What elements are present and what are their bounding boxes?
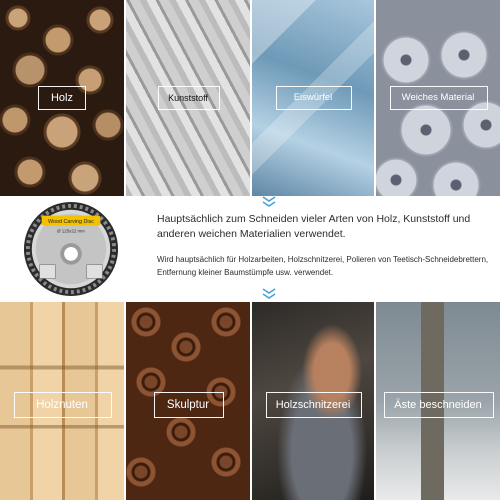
detail-text: Wird hauptsächlich für Holzarbeiten, Hol… xyxy=(157,255,489,277)
tile-skulptur: Skulptur xyxy=(126,302,250,500)
tile-kunststoff: Kunststoff xyxy=(126,0,250,196)
tile-label-kunststoff: Kunststoff xyxy=(168,93,208,103)
tile-label-eiswuerfel: Eiswürfel xyxy=(293,92,333,103)
tile-eiswuerfel: Eiswürfel xyxy=(252,0,374,196)
tile-label-skulptur: Skulptur xyxy=(166,399,210,411)
tile-aeste-beschneiden: Äste beschneiden xyxy=(376,302,500,500)
tile-label-holzschnitzerei: Holzschnitzerei xyxy=(275,399,351,411)
disc-size-text: Ø 125x22 mm xyxy=(57,228,85,233)
carving-disc-image: Wood Carving Disc Ø 125x22 mm xyxy=(23,201,119,297)
tile-weiches-material: Weiches Material xyxy=(376,0,500,196)
tile-label-weiches-material: Weiches Material xyxy=(401,92,475,103)
chevron-down-icon xyxy=(262,196,276,207)
tile-holznuten: Holznuten xyxy=(0,302,124,500)
disc-label-text: Wood Carving Disc xyxy=(48,219,94,225)
tile-holz: Holz xyxy=(0,0,124,196)
chevron-down-icon xyxy=(262,288,276,299)
tile-label-aeste-beschneiden: Äste beschneiden xyxy=(394,399,482,411)
headline-text: Hauptsächlich zum Schneiden vieler Arten… xyxy=(157,213,471,240)
tile-label-holz: Holz xyxy=(50,92,73,104)
tile-holzschnitzerei: Holzschnitzerei xyxy=(252,302,374,500)
tile-label-holznuten: Holznuten xyxy=(36,399,88,411)
product-info-section: Wood Carving Disc Ø 125x22 mm Hauptsächl… xyxy=(0,196,500,302)
